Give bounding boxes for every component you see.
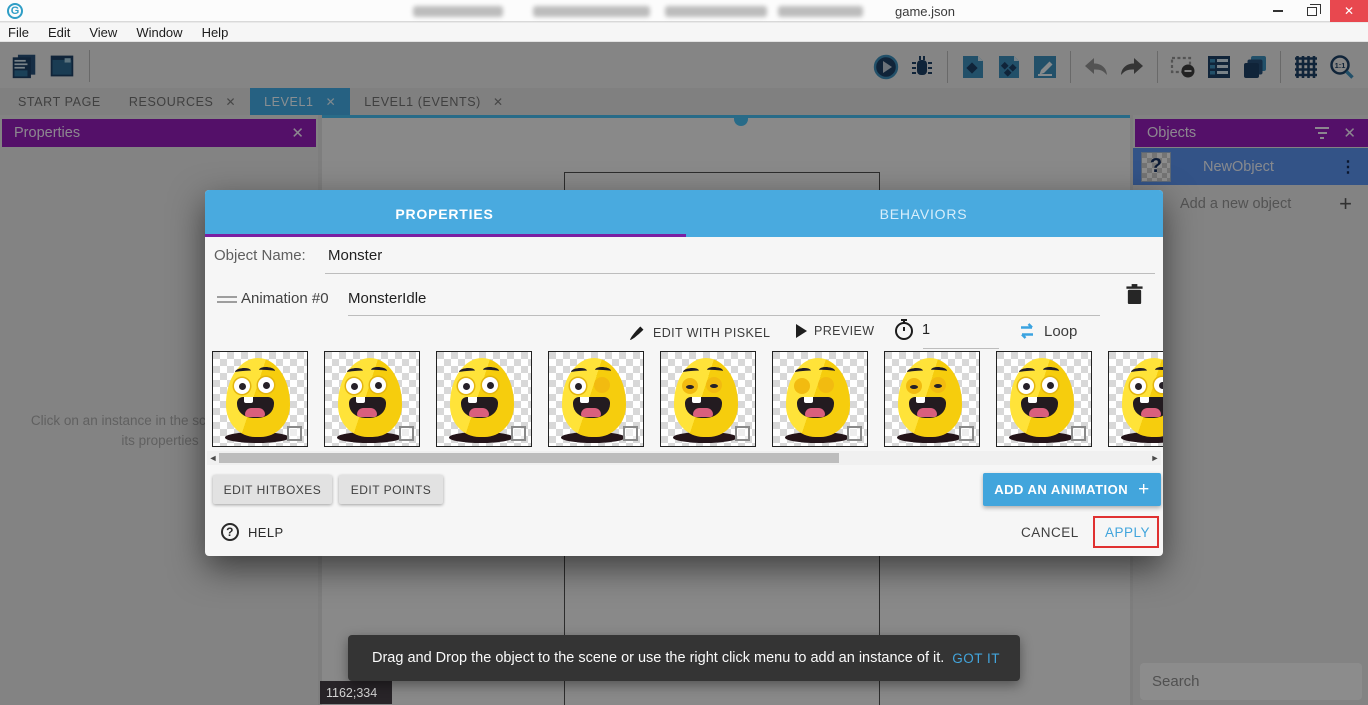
scrollbar-thumb[interactable] <box>219 453 839 463</box>
frames-scrollbar[interactable]: ◄ ► <box>207 451 1161 465</box>
loop-toggle[interactable]: Loop <box>1017 321 1077 341</box>
object-name-input[interactable]: Monster <box>328 247 382 264</box>
loop-icon <box>1017 321 1037 341</box>
frame-checkbox[interactable] <box>287 426 302 441</box>
animation-frame-5[interactable] <box>772 351 868 447</box>
object-name-underline <box>325 273 1155 274</box>
menu-item-help[interactable]: Help <box>202 25 240 40</box>
frame-checkbox[interactable] <box>847 426 862 441</box>
time-between-frames-field[interactable]: 1 <box>893 318 930 342</box>
menu-item-edit[interactable]: Edit <box>48 25 81 40</box>
minimize-button[interactable] <box>1262 0 1294 22</box>
drag-handle-icon[interactable] <box>217 296 237 306</box>
animation-name-input[interactable]: MonsterIdle <box>348 290 426 307</box>
preview-button[interactable]: PREVIEW <box>796 324 874 338</box>
frame-checkbox[interactable] <box>399 426 414 441</box>
snackbar-message: Drag and Drop the object to the scene or… <box>372 650 952 666</box>
redacted-title-text <box>665 6 767 17</box>
menu-item-view[interactable]: View <box>89 25 128 40</box>
snackbar: Drag and Drop the object to the scene or… <box>348 635 1020 681</box>
animation-frame-1[interactable] <box>324 351 420 447</box>
active-tab-indicator <box>205 234 686 237</box>
animation-frame-0[interactable] <box>212 351 308 447</box>
delete-animation-button[interactable] <box>1125 283 1144 311</box>
edit-with-piskel-button[interactable]: EDIT WITH PISKEL <box>629 324 770 341</box>
scroll-left-icon[interactable]: ◄ <box>207 453 219 463</box>
close-window-button[interactable]: ✕ <box>1330 0 1368 22</box>
tab-behaviors[interactable]: BEHAVIORS <box>684 190 1163 237</box>
object-editor-dialog: PROPERTIES BEHAVIORS Object Name: Monste… <box>205 190 1163 556</box>
frame-checkbox[interactable] <box>1071 426 1086 441</box>
animation-frame-3[interactable] <box>548 351 644 447</box>
minimize-icon <box>1273 10 1283 12</box>
object-name-label: Object Name: <box>214 247 306 264</box>
dialog-tab-bar: PROPERTIES BEHAVIORS <box>205 190 1163 237</box>
help-icon: ? <box>221 523 239 541</box>
help-button[interactable]: ? HELP <box>221 523 284 541</box>
animation-name-underline <box>348 315 1100 316</box>
monster-sprite <box>1109 352 1163 446</box>
animation-frames-strip <box>205 350 1163 448</box>
frame-checkbox[interactable] <box>959 426 974 441</box>
redacted-title-text <box>533 6 650 17</box>
animation-frame-2[interactable] <box>436 351 532 447</box>
scroll-right-icon[interactable]: ► <box>1149 453 1161 463</box>
cursor-coordinates: 1162;334 <box>320 681 392 704</box>
animation-frame-8[interactable] <box>1108 351 1163 447</box>
frame-checkbox[interactable] <box>511 426 526 441</box>
menu-bar: File Edit View Window Help <box>0 23 1368 42</box>
window-title: game.json <box>895 4 955 19</box>
maximize-button[interactable] <box>1296 0 1328 22</box>
animation-frame-6[interactable] <box>884 351 980 447</box>
tab-properties[interactable]: PROPERTIES <box>205 190 684 237</box>
add-animation-button[interactable]: ADD AN ANIMATION + <box>983 473 1161 506</box>
animation-label: Animation #0 <box>241 290 329 307</box>
animation-frame-4[interactable] <box>660 351 756 447</box>
frame-checkbox[interactable] <box>623 426 638 441</box>
edit-hitboxes-button[interactable]: EDIT HITBOXES <box>213 475 332 504</box>
gdevelop-logo-icon: G <box>7 3 23 19</box>
preview-label: PREVIEW <box>814 324 874 338</box>
menu-item-file[interactable]: File <box>8 25 40 40</box>
maximize-icon <box>1307 7 1317 16</box>
brush-icon <box>629 324 646 341</box>
frame-checkbox[interactable] <box>735 426 750 441</box>
apply-highlight-annotation <box>1093 516 1159 548</box>
time-input-underline <box>923 348 999 349</box>
plus-icon: + <box>1138 479 1150 501</box>
stopwatch-icon <box>893 318 915 342</box>
redacted-title-text <box>413 6 503 17</box>
redacted-title-text <box>778 6 863 17</box>
animation-frame-7[interactable] <box>996 351 1092 447</box>
trash-icon <box>1125 283 1144 306</box>
edit-with-piskel-label: EDIT WITH PISKEL <box>653 326 770 340</box>
help-label: HELP <box>248 525 284 540</box>
got-it-button[interactable]: GOT IT <box>952 651 1000 666</box>
add-animation-label: ADD AN ANIMATION <box>994 482 1128 497</box>
menu-item-window[interactable]: Window <box>136 25 193 40</box>
title-bar: G game.json ✕ <box>0 0 1368 22</box>
edit-points-button[interactable]: EDIT POINTS <box>339 475 443 504</box>
close-icon: ✕ <box>1344 4 1354 18</box>
play-icon <box>796 324 807 338</box>
time-between-frames-value[interactable]: 1 <box>922 322 930 338</box>
cancel-button[interactable]: CANCEL <box>1021 525 1079 540</box>
loop-label: Loop <box>1044 323 1077 340</box>
